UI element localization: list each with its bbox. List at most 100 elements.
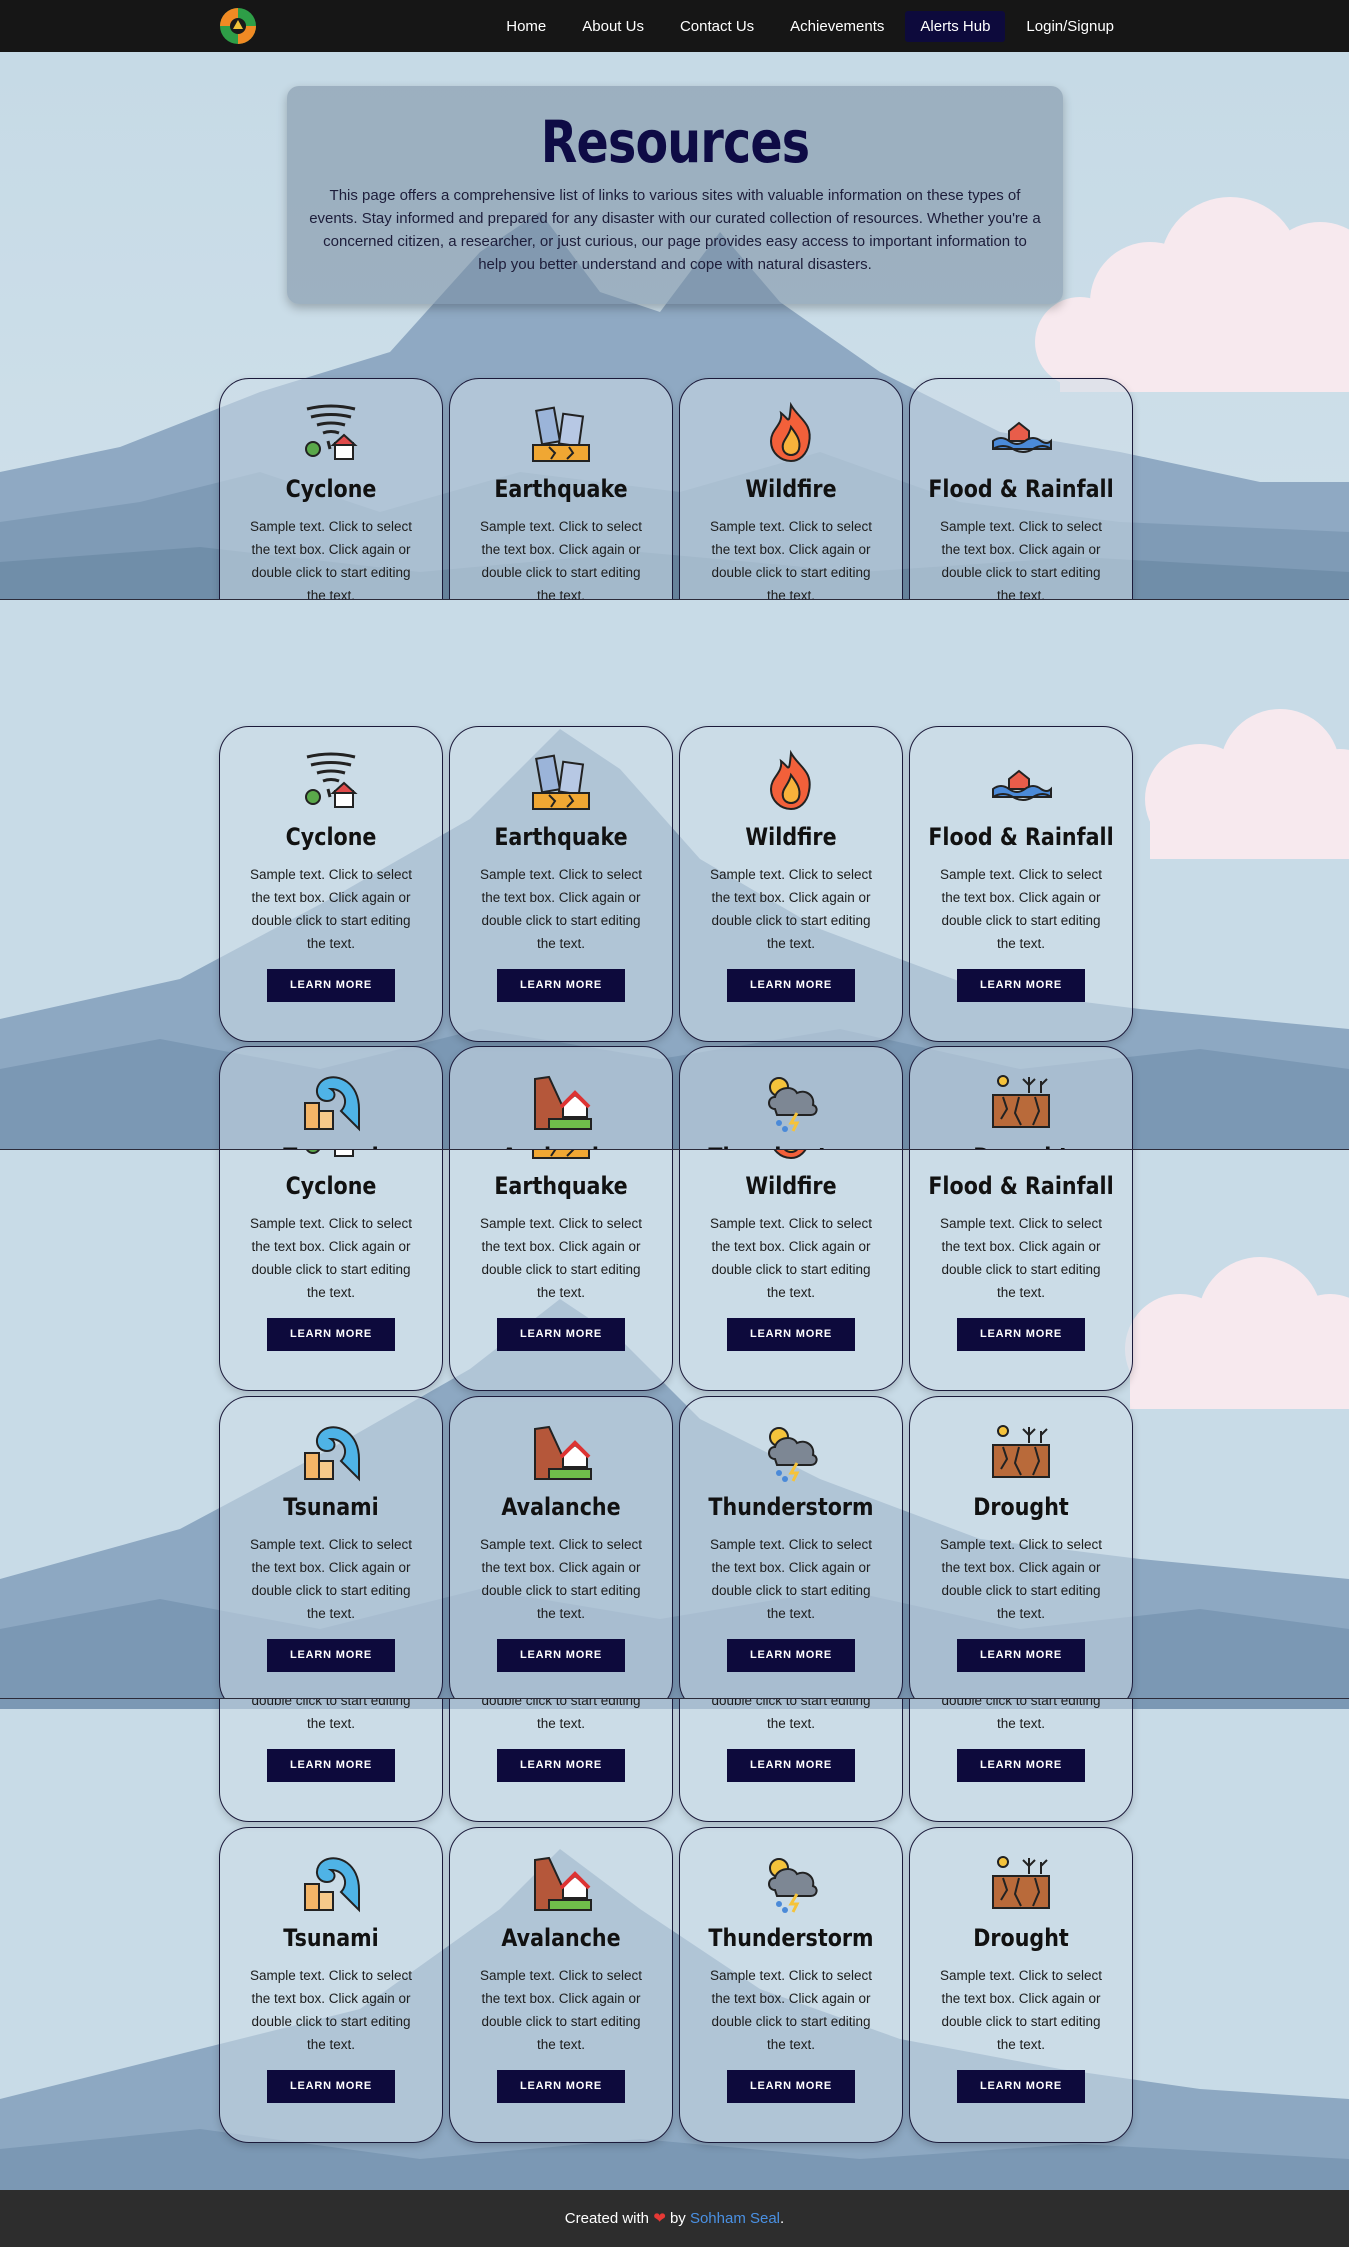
card-flood-rainfall: Flood & Rainfall Sample text. Click to se… [909,726,1133,1042]
card-text: Sample text. Click to select the text bo… [479,867,643,951]
card-earthquake: Earthquake Sample text. Click to select t… [449,1150,673,1391]
nav-home[interactable]: Home [491,11,561,42]
cards-section-1: Cyclone Sample text. Click to select the … [0,0,1349,599]
card-drought: DroughtSample text. Click to select the … [909,1046,1133,1149]
card-wildfire: Wildfire Sample text. Click to select the… [679,726,903,1042]
card-text: Sample text. Click to select the text bo… [939,1968,1103,2052]
cyclone-icon [305,404,358,460]
card-text: Sample text. Click to select the text bo… [249,1537,413,1621]
card-avalanche: AvalancheSample text. Click to select th… [449,1699,673,1822]
learn-more-button[interactable]: LEARN MORE [267,1749,395,1782]
card-title: Earthquake [494,1172,628,1200]
card-title: Drought [973,1493,1069,1521]
footer-suffix: . [780,2210,785,2227]
card-text: Sample text. Click to select the text bo… [939,519,1103,599]
card-text: Sample text. Click to select the text bo… [249,867,413,951]
learn-more-button[interactable]: LEARN MORE [727,1318,855,1351]
nav-login-signup[interactable]: Login/Signup [1011,11,1129,42]
card-text: Sample text. Click to select the text bo… [939,1216,1103,1300]
navbar: Home About Us Contact Us Achievements Al… [0,0,1349,52]
learn-more-button[interactable]: LEARN MORE [957,1749,1085,1782]
thunderstorm-icon [768,1077,818,1132]
card-drought: DroughtSample text. Click to select the … [909,1699,1133,1822]
card-flood-rainfall: Flood & Rainfall Sample text. Click to se… [909,378,1133,599]
card-text: Sample text. Click to select the text bo… [709,1216,873,1300]
learn-more-button[interactable]: LEARN MORE [727,969,855,1002]
cards-section-3: Cyclone Sample text. Click to select the … [0,1150,1349,1698]
wildfire-icon [773,1150,807,1160]
card-title: Avalanche [501,1493,621,1521]
avalanche-icon [534,1075,592,1130]
learn-more-button[interactable]: LEARN MORE [727,2070,855,2103]
footer-by: by [669,2210,686,2227]
avalanche-icon [534,1856,592,1911]
card-text: Sample text. Click to select the text bo… [939,867,1103,951]
learn-more-button[interactable]: LEARN MORE [497,969,625,1002]
card-title: Drought [973,1924,1069,1952]
card-wildfire: Wildfire Sample text. Click to select the… [679,1150,903,1391]
learn-more-button[interactable]: LEARN MORE [497,1318,625,1351]
learn-more-button[interactable]: LEARN MORE [497,1749,625,1782]
card-text: Sample text. Click to select the text bo… [249,1216,413,1300]
card-drought: DroughtSample text. Click to select the … [909,1396,1133,1698]
card-wildfire: Wildfire Sample text. Click to select the… [679,378,903,599]
learn-more-button[interactable]: LEARN MORE [267,1318,395,1351]
card-text: Sample text. Click to select the text bo… [249,1968,413,2052]
learn-more-button[interactable]: LEARN MORE [957,2070,1085,2103]
card-title: Flood & Rainfall [928,475,1114,503]
nav-about-us[interactable]: About Us [567,11,659,42]
thunderstorm-icon [768,1858,818,1913]
card-text: Sample text. Click to select the text bo… [479,1968,643,2052]
card-earthquake: Earthquake Sample text. Click to select t… [449,726,673,1042]
flood-icon [989,1150,1053,1162]
card-text: Sample text. Click to select the text bo… [251,1699,411,1731]
logo-icon[interactable] [219,7,257,45]
tsunami-icon [304,1426,360,1482]
learn-more-button[interactable]: LEARN MORE [727,1749,855,1782]
learn-more-button[interactable]: LEARN MORE [267,1639,395,1672]
card-cyclone: Cyclone Sample text. Click to select the … [219,726,443,1042]
card-avalanche: AvalancheSample text. Click to select th… [449,1046,673,1149]
card-text: Sample text. Click to select the text bo… [479,1537,643,1621]
card-text: Sample text. Click to select the text bo… [941,1699,1101,1731]
card-title: Wildfire [745,475,837,503]
footer-prefix: Created with [564,2210,650,2227]
cyclone-icon [306,1150,354,1157]
card-text: Sample text. Click to select the text bo… [479,519,643,599]
learn-more-button[interactable]: LEARN MORE [957,1639,1085,1672]
author-link[interactable]: Sohham Seal [690,2210,780,2227]
card-thunderstorm: Thunderstorm Sample text. Click to select… [679,1827,903,2143]
heart-icon: ❤ [653,2210,666,2227]
card-tsunami: TsunamiSample text. Click to select the … [219,1699,443,1822]
card-avalanche: Avalanche Sample text. Click to select th… [449,1396,673,1698]
learn-more-button[interactable]: LEARN MORE [957,969,1085,1002]
card-title: Thunderstorm [708,1493,874,1521]
card-drought: Drought Sample text. Click to select the … [909,1827,1133,2143]
card-tsunami: TsunamiSample text. Click to select the … [219,1827,443,2143]
wildfire-icon [769,749,811,811]
card-text: Sample text. Click to select the text bo… [709,519,873,599]
card-cyclone: Cyclone Sample text. Click to select the … [219,378,443,599]
footer: Created with ❤ by Sohham Seal. [0,2190,1349,2247]
learn-more-button[interactable]: LEARN MORE [957,1318,1085,1351]
learn-more-button[interactable]: LEARN MORE [497,1639,625,1672]
card-earthquake: Earthquake Sample text. Click to select t… [449,378,673,599]
cyclone-icon [305,752,358,808]
card-tsunami: TsunamiSample text. Click to select the … [219,1046,443,1149]
learn-more-button[interactable]: LEARN MORE [267,2070,395,2103]
card-cyclone: Cyclone Sample text. Click to select the … [219,1150,443,1391]
learn-more-button[interactable]: LEARN MORE [727,1639,855,1672]
earthquake-icon [532,1150,590,1159]
card-title: Wildfire [745,823,837,851]
card-tsunami: TsunamiSample text. Click to select the … [219,1396,443,1698]
nav-alerts-hub[interactable]: Alerts Hub [905,10,1006,42]
card-title: Earthquake [494,475,628,503]
learn-more-button[interactable]: LEARN MORE [267,969,395,1002]
learn-more-button[interactable]: LEARN MORE [497,2070,625,2103]
nav-achievements[interactable]: Achievements [775,11,899,42]
nav-contact-us[interactable]: Contact Us [665,11,769,42]
card-title: Flood & Rainfall [928,823,1114,851]
drought-icon [992,1856,1050,1909]
card-text: Sample text. Click to select the text bo… [711,1699,871,1731]
tsunami-icon [304,1857,360,1913]
